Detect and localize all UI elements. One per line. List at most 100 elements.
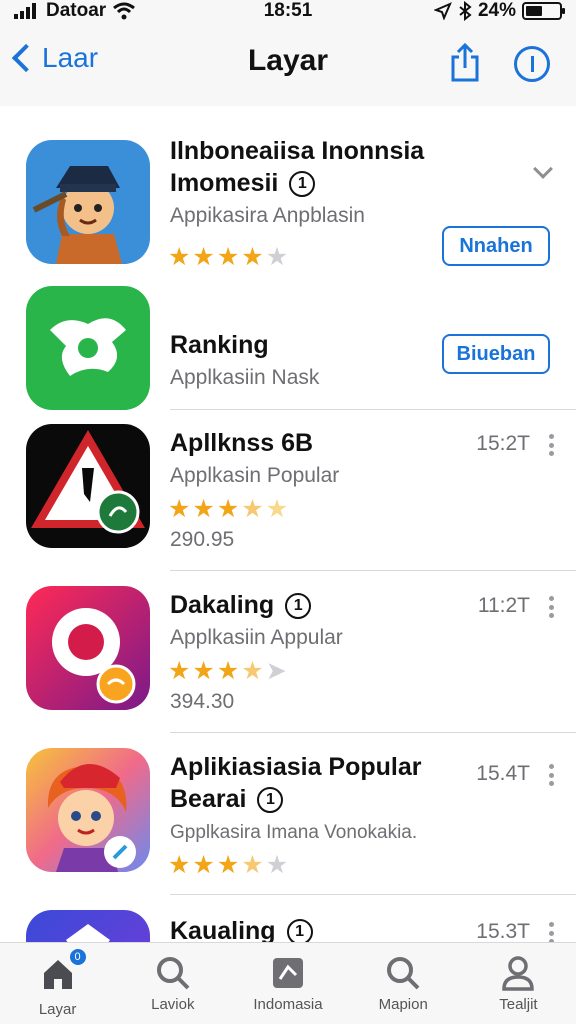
divider [170,894,576,895]
share-icon [451,42,479,82]
list-item[interactable]: Apllknss 6B Applkasin Popular ★ ★ ★ ★ ★ … [0,424,576,554]
chevron-down-icon[interactable] [533,159,553,179]
app-subtitle: Applkasiin Nask [170,366,320,389]
share-button[interactable] [450,42,480,82]
tab-icon-wrap: 0 [38,949,86,998]
app-list: Ilnboneaiisa Inonnsia Imomesii 1 Appikas… [0,106,576,942]
tab-bar: 0 Layar Laviok Indomasia Mapion Tealjit [0,942,576,1024]
app-subtitle: Applkasiin Appular [170,626,343,649]
app-title: Dakaling 1 [170,590,312,620]
tab-tealjit[interactable]: Tealjit [461,943,576,1024]
info-badge-icon: 1 [289,171,316,198]
tab-layar[interactable]: 0 Layar [0,943,115,1024]
time-label: 11:2T [477,594,530,617]
time-label: 15.3T [476,920,530,942]
app-icon-character [26,748,150,872]
list-item[interactable]: Kaualing 1 15.3T [0,910,576,942]
tab-mapion[interactable]: Mapion [346,943,461,1024]
back-label: Laar [42,42,99,73]
tab-laviok[interactable]: Laviok [115,943,230,1024]
star-icon: ★ [265,851,289,879]
tab-label: Tealjit [499,996,538,1013]
app-title: Kaualing 1 [170,916,313,942]
location-icon [433,2,452,20]
app-title-text: Kaualing [170,917,276,942]
star-icon: ★ [192,657,215,685]
app-subtitle: Applkasin Popular [170,464,340,487]
star-icon: ★ [241,243,264,271]
app-title-line2-text: Imomesii [170,169,279,197]
badge-number: 1 [295,923,304,941]
app-title-line2-text: Bearai [170,785,247,813]
divider [170,570,576,571]
star-icon: ★ [192,851,215,879]
more-icon[interactable] [548,922,554,942]
info-badge-icon: 1 [257,787,284,814]
divider [170,409,576,410]
app-subtitle: Gpplkasira Imana Vonokakia. [170,822,418,843]
app-icon-circle [26,586,150,710]
divider [170,732,576,733]
app-subtitle: Appikasira Anpblasin [170,204,365,227]
carrier-label: Datoar [46,0,107,21]
tab-badge: 0 [69,949,86,965]
more-icon[interactable] [548,764,554,786]
star-icon: ★ [168,657,191,685]
cursor-icon: ➤ [265,657,287,685]
app-title: Ilnboneaiisa Inonnsia [170,137,425,165]
status-right: 24% [433,0,565,22]
star-half-icon: ★ [241,657,264,685]
app-icon-blue [26,910,150,942]
star-icon: ★ [168,243,191,271]
list-item[interactable]: Ilnboneaiisa Inonnsia Imomesii 1 Appikas… [0,106,576,286]
tab-label: Mapion [378,996,428,1013]
star-half-icon: ★ [241,851,264,879]
app-price: 394.30 [170,690,235,713]
bluetooth-icon [459,1,472,21]
star-icon: ★ [216,657,240,685]
battery-percent: 24% [477,0,516,21]
tab-label: Laviok [151,996,195,1013]
search-icon [156,957,190,990]
star-half-icon: ★ [241,495,264,523]
person-icon [502,956,535,991]
open-button[interactable]: Biueban [442,334,550,374]
search-icon [387,957,420,990]
tab-label: Layar [38,1001,77,1018]
app-icon-game [26,140,150,264]
star-icon: ★ [192,243,215,271]
info-badge-icon: 1 [285,593,312,620]
tab-label: Indomasia [253,996,323,1013]
more-icon[interactable] [548,434,554,456]
info-button[interactable] [514,46,550,82]
star-rating: ★ ★ ★ ★ ★ [168,496,288,522]
app-title: Ranking [170,331,269,359]
apps-icon [273,958,303,988]
install-button[interactable]: Nnahen [442,226,550,266]
wifi-icon [113,2,136,20]
star-icon: ★ [265,243,289,271]
list-item[interactable]: Aplikiasiasia Popular Bearai 1 Gpplkasir… [0,748,576,898]
status-bar: Datoar 18:51 24% [0,0,576,22]
battery-icon [522,2,565,20]
time-label: 15:2T [476,432,530,455]
app-price: 290.95 [170,528,235,551]
star-rating: ★ ★ ★ ★ ★ [168,244,288,270]
star-rating: ★ ★ ★ ★ ★ [168,852,288,878]
app-icon-ranking [26,286,150,410]
signal-icon [14,3,36,19]
star-icon: ★ [265,495,289,523]
star-icon: ★ [216,243,240,271]
badge-number: 1 [297,175,307,193]
time-label: 15.4T [476,762,530,785]
app-title-line2: Imomesii 1 [170,168,316,198]
status-left: Datoar [14,0,136,22]
list-item[interactable]: Dakaling 1 Applkasiin Appular ★ ★ ★ ★ ➤ … [0,586,576,716]
badge-number: 1 [265,791,275,809]
list-item[interactable]: Ranking Applkasiin Nask Biueban [0,286,576,410]
star-icon: ★ [192,495,215,523]
more-icon[interactable] [548,596,554,618]
star-icon: ★ [168,495,191,523]
tab-indomasia[interactable]: Indomasia [230,943,345,1024]
back-button[interactable]: Laar [11,42,99,74]
